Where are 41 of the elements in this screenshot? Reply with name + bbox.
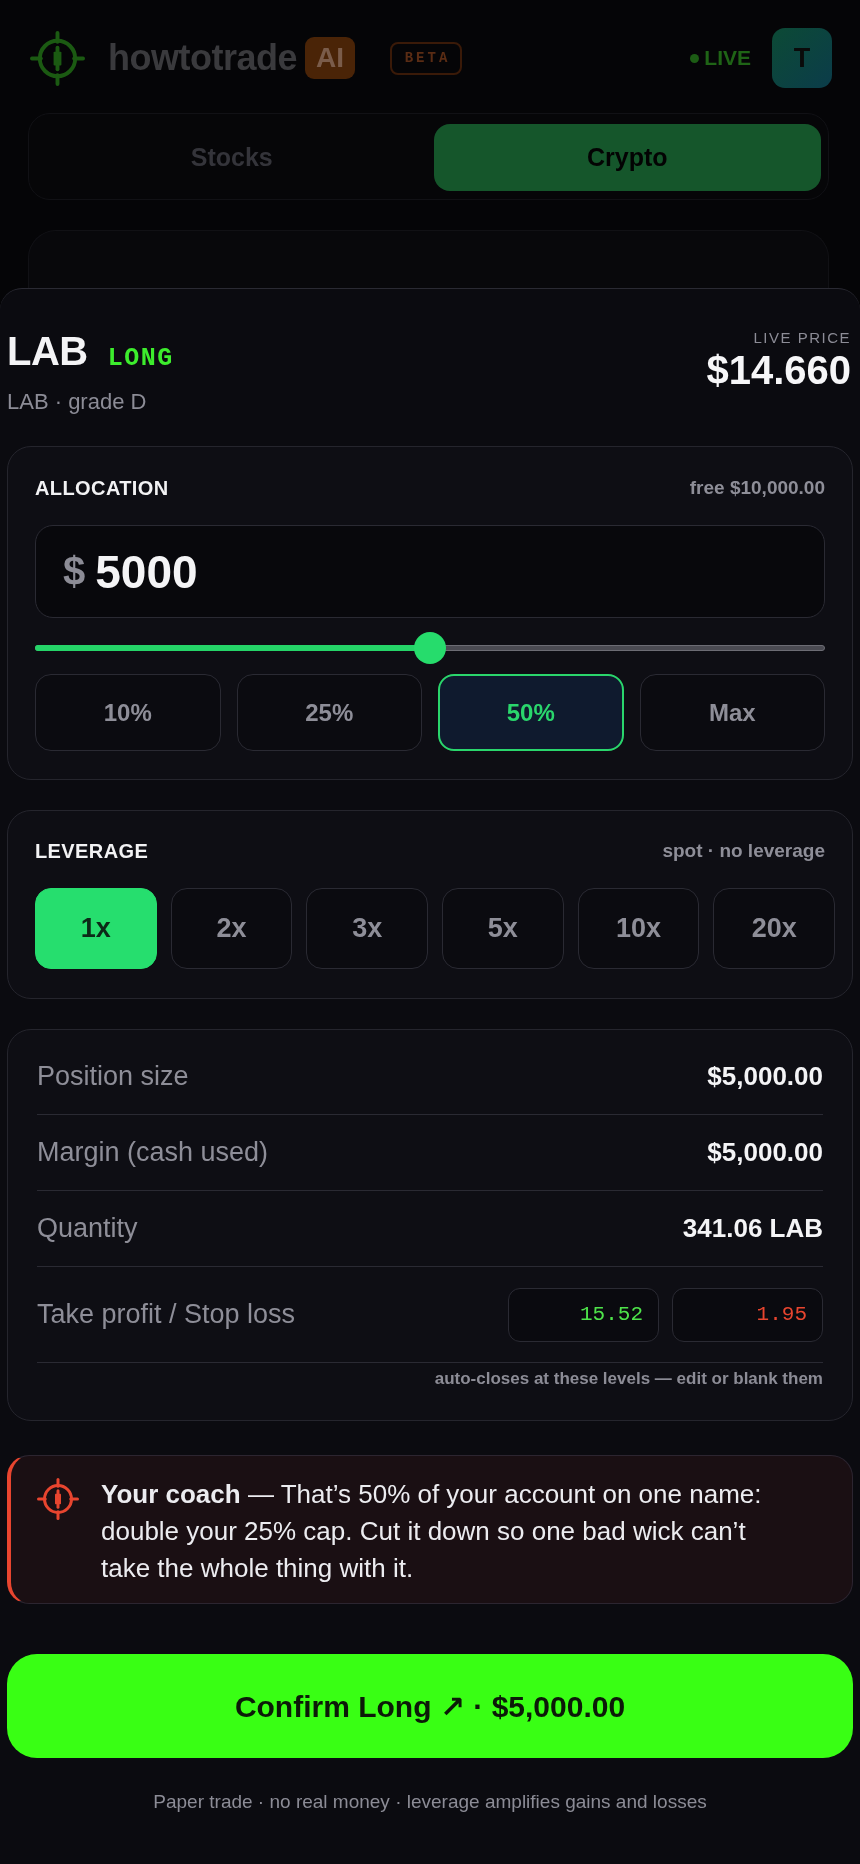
- slider-thumb[interactable]: [414, 632, 446, 664]
- row-label: Position size: [37, 1061, 189, 1092]
- take-profit-field[interactable]: 15.52: [508, 1287, 659, 1342]
- leverage-button[interactable]: 5x: [442, 888, 564, 969]
- ai-badge: AI: [305, 37, 355, 79]
- leverage-button[interactable]: 10x: [577, 888, 700, 969]
- allocation-slider[interactable]: [35, 632, 825, 664]
- stop-loss-field[interactable]: 1.95: [672, 1287, 823, 1342]
- amount-field[interactable]: $ 5000: [35, 525, 825, 618]
- preset-button[interactable]: 50%: [438, 674, 624, 751]
- live-label: LIVE: [704, 46, 751, 70]
- row-value: $5,000.00: [707, 1137, 823, 1168]
- leverage-button[interactable]: 3x: [306, 888, 428, 969]
- side-label: LONG: [107, 344, 174, 374]
- summary-note: auto-closes at these levels — edit or blank them: [433, 1369, 823, 1389]
- coach-message: Your coach — That’s 50% of your account on one name: double your 25% cap. Cut it down so one bad wick can’t take the whole thing with it.: [101, 1478, 763, 1585]
- free-balance: free $10,000.00: [689, 476, 825, 500]
- disclaimer-text: Paper trade · no real money · leverage amplifies gains and losses: [152, 1790, 708, 1814]
- live-dot-icon: [690, 53, 700, 63]
- row-label: Take profit / Stop loss: [37, 1299, 296, 1330]
- section-title: ALLOCATION: [35, 476, 169, 500]
- crosshair-icon: [30, 30, 85, 86]
- live-price: $14.660: [706, 350, 851, 390]
- crosshair-icon: [37, 1478, 79, 1520]
- beta-badge: BETA: [390, 41, 462, 75]
- preset-button[interactable]: 25%: [236, 674, 422, 751]
- row-label: Quantity: [37, 1213, 138, 1244]
- row-label: Margin (cash used): [37, 1137, 269, 1168]
- leverage-button[interactable]: 1x: [35, 888, 157, 969]
- leverage-button[interactable]: 2x: [170, 888, 293, 969]
- row-value: 341.06 LAB: [682, 1213, 823, 1244]
- price-label: LIVE PRICE: [752, 329, 851, 347]
- confirm-button[interactable]: Confirm Long ↗ · $5,000.00: [7, 1654, 853, 1758]
- row-value: $5,000.00: [707, 1061, 823, 1092]
- leverage-button[interactable]: 20x: [713, 888, 835, 969]
- preset-button[interactable]: Max: [639, 674, 825, 751]
- symbol-title: LAB: [7, 329, 88, 373]
- leverage-note: spot · no leverage: [662, 839, 825, 863]
- preset-button[interactable]: 10%: [35, 674, 221, 751]
- symbol-subtitle: LAB · grade D: [7, 389, 148, 415]
- section-title: LEVERAGE: [35, 839, 149, 863]
